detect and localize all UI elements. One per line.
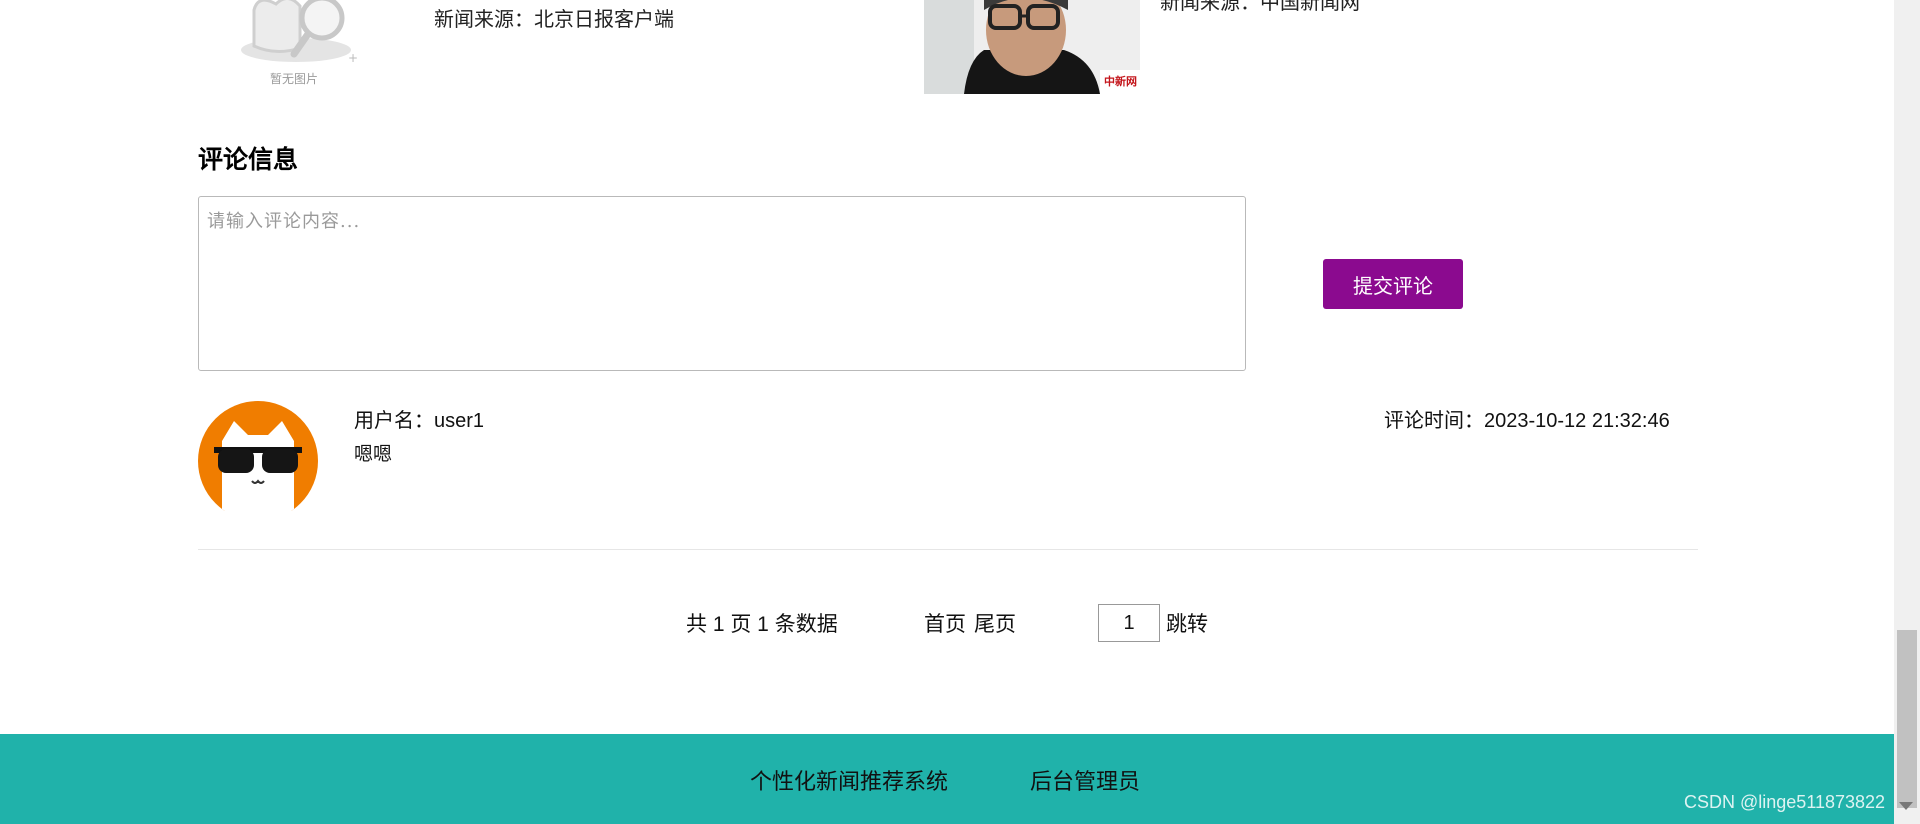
pagination-first-link[interactable]: 首页 — [924, 608, 966, 638]
pagination-jump-button[interactable]: 跳转 — [1166, 608, 1208, 638]
news-source-left: 新闻来源：北京日报客户端 — [434, 9, 674, 31]
comment-content: 嗯嗯 — [354, 444, 393, 465]
svg-text:中新网: 中新网 — [1104, 74, 1137, 88]
submit-comment-button[interactable]: 提交评论 — [1323, 259, 1463, 309]
user-avatar — [198, 401, 318, 521]
footer-link-admin[interactable]: 后台管理员 — [1030, 764, 1140, 796]
comments-section-title: 评论信息 — [198, 146, 299, 174]
pagination-last-link[interactable]: 尾页 — [974, 608, 1016, 638]
news-source-right: 新闻来源：中国新闻网 — [1160, 0, 1360, 14]
scroll-down-arrow-icon[interactable] — [1899, 802, 1913, 810]
footer-link-home[interactable]: 个性化新闻推荐系统 — [750, 764, 948, 796]
csdn-watermark: CSDN @linge511873822 — [1684, 792, 1886, 812]
no-image-caption: 暂无图片 — [270, 72, 319, 86]
comment-divider — [198, 549, 1698, 550]
news-photo[interactable]: 中新网 — [924, 0, 1140, 94]
comment-time: 评论时间：2023-10-12 21:32:46 — [1384, 410, 1670, 432]
pagination-summary: 共 1 页 1 条数据 — [686, 613, 838, 636]
scrollbar-thumb[interactable] — [1897, 630, 1917, 808]
comment-username: 用户名：user1 — [354, 410, 485, 432]
comment-input[interactable] — [198, 196, 1246, 371]
page-number-input[interactable] — [1098, 604, 1160, 642]
svg-text:+: + — [348, 51, 358, 65]
